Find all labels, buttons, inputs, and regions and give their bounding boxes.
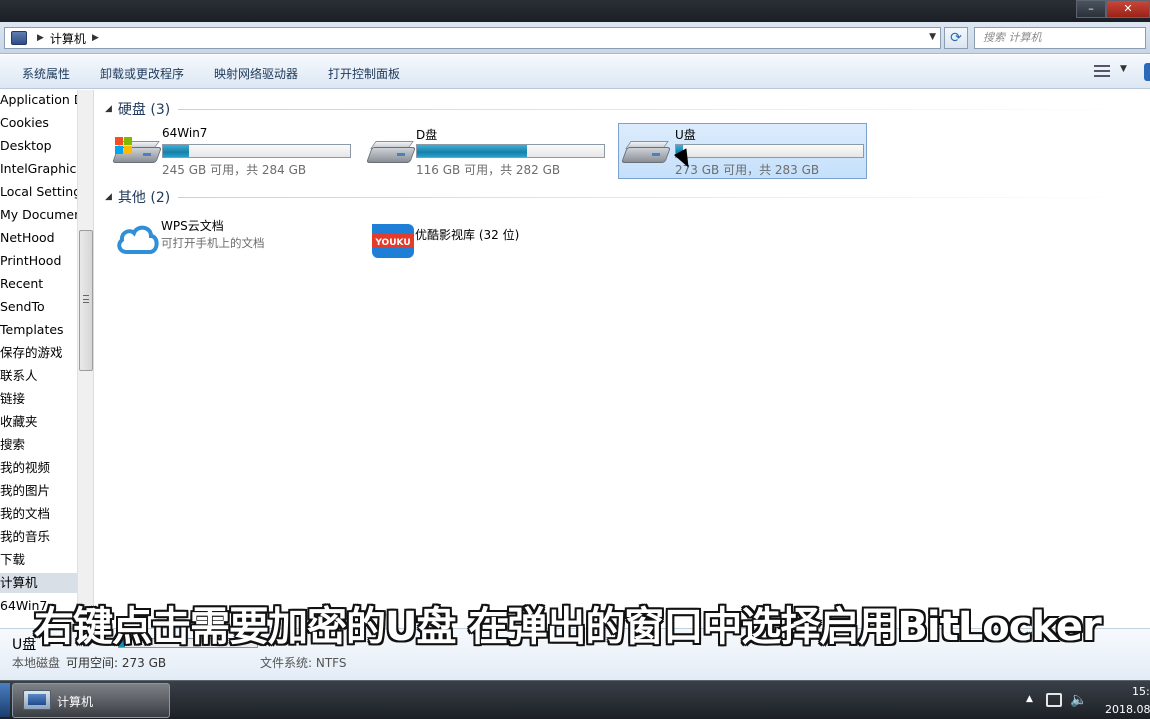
youku-icon: YOUKU xyxy=(372,224,414,258)
address-row: ▶ 计算机 ▶ ▼ ⟳ 搜索 计算机 xyxy=(0,22,1150,54)
details-drive-type: 本地磁盘 xyxy=(12,656,61,670)
window-title-bar: – ✕ xyxy=(0,0,1150,22)
group-title: 其他 (2) xyxy=(117,190,171,206)
drive-usage-bar xyxy=(162,144,351,158)
window-controls: – ✕ xyxy=(1076,0,1150,18)
item-description: 可打开手机上的文档 xyxy=(161,236,265,250)
system-tray: ▲ 🔈 15: 2018.08 xyxy=(1020,681,1150,719)
drive-usage-bar xyxy=(416,144,605,158)
computer-icon xyxy=(11,31,27,45)
nav-scrollbar[interactable] xyxy=(77,90,93,628)
taskbar-button-computer[interactable]: 计算机 xyxy=(12,683,170,718)
item-name: 优酷影视库 (32 位) xyxy=(415,228,520,242)
group-divider xyxy=(178,196,1145,198)
details-drive-name: U盘 xyxy=(12,637,37,653)
uninstall-program-button[interactable]: 卸载或更改程序 xyxy=(100,65,184,82)
help-icon[interactable] xyxy=(1144,63,1150,81)
drive-name: D盘 xyxy=(416,128,438,142)
drive-usage-fill xyxy=(163,145,190,157)
taskbar: 计算机 ▲ 🔈 15: 2018.08 xyxy=(0,680,1150,719)
collapse-arrow-icon: ◢ xyxy=(105,104,112,114)
breadcrumb-arrow-icon[interactable]: ▶ xyxy=(37,33,44,43)
network-icon[interactable] xyxy=(1046,693,1062,707)
drive-usage-fill xyxy=(417,145,528,157)
computer-icon xyxy=(23,690,51,710)
hard-drive-icon xyxy=(621,141,671,163)
drive-name: 64Win7 xyxy=(162,126,208,140)
close-icon[interactable]: ✕ xyxy=(1106,0,1150,18)
drive-usage-bar xyxy=(675,144,864,158)
windows-logo-icon xyxy=(115,137,133,155)
view-list-icon xyxy=(1094,65,1110,77)
minimize-icon[interactable]: – xyxy=(1076,0,1106,18)
group-header-hard-disks[interactable]: ◢ 硬盘 (3) xyxy=(105,99,1145,119)
open-control-panel-button[interactable]: 打开控制面板 xyxy=(328,65,400,82)
taskbar-button-label: 计算机 xyxy=(57,695,94,709)
breadcrumb-arrow-icon[interactable]: ▶ xyxy=(92,33,99,43)
address-bar[interactable]: ▶ 计算机 ▶ ▼ xyxy=(4,27,941,49)
navigation-pane: Application D Cookies Desktop IntelGraph… xyxy=(0,90,94,628)
collapse-arrow-icon: ◢ xyxy=(105,192,112,202)
drive-usage-text: 245 GB 可用，共 284 GB xyxy=(162,163,307,177)
address-dropdown-icon[interactable]: ▼ xyxy=(929,32,936,42)
youku-logo-text: YOUKU xyxy=(374,238,410,248)
drive-64win7[interactable]: 64Win7 245 GB 可用，共 284 GB xyxy=(109,123,358,179)
group-header-other[interactable]: ◢ 其他 (2) xyxy=(105,187,1145,207)
search-input[interactable]: 搜索 计算机 xyxy=(974,27,1146,49)
chevron-down-icon: ▼ xyxy=(1120,64,1127,74)
content-pane: ◢ 硬盘 (3) 64Win7 245 GB 可用，共 284 GB D盘 11… xyxy=(95,90,1150,628)
nav-scrollbar-thumb[interactable] xyxy=(79,230,93,371)
system-drive-icon xyxy=(112,137,162,163)
drive-d[interactable]: D盘 116 GB 可用，共 282 GB xyxy=(363,123,612,179)
grip-icon xyxy=(83,295,89,303)
clock-date[interactable]: 2018.08 xyxy=(1105,703,1150,716)
drive-usage-text: 116 GB 可用，共 282 GB xyxy=(416,163,561,177)
video-subtitle: 右键点击需要加密的U盘 在弹出的窗口中选择启用BitLocker xyxy=(34,604,1102,650)
drive-name: U盘 xyxy=(675,128,696,142)
change-view-button[interactable]: ▼ xyxy=(1094,64,1134,80)
details-free-space: 可用空间: 273 GB xyxy=(66,656,167,670)
drive-u-selected[interactable]: U盘 273 GB 可用，共 283 GB xyxy=(618,123,867,179)
volume-icon[interactable]: 🔈 xyxy=(1070,692,1087,708)
hard-drive-icon xyxy=(366,141,416,163)
drive-usage-text: 273 GB 可用，共 283 GB xyxy=(675,163,820,177)
breadcrumb-computer[interactable]: 计算机 xyxy=(50,30,86,47)
show-hidden-icons-icon[interactable]: ▲ xyxy=(1026,694,1033,704)
cloud-icon xyxy=(117,225,159,254)
item-name: WPS云文档 xyxy=(161,219,224,233)
start-button[interactable] xyxy=(0,683,10,717)
group-title: 硬盘 (3) xyxy=(117,102,171,118)
refresh-icon[interactable]: ⟳ xyxy=(944,27,968,49)
youku-library-item[interactable]: YOUKU 优酷影视库 (32 位) xyxy=(363,214,613,264)
command-toolbar: 系统属性 卸载或更改程序 映射网络驱动器 打开控制面板 ▼ xyxy=(0,55,1150,89)
system-properties-button[interactable]: 系统属性 xyxy=(22,65,70,82)
clock-time[interactable]: 15: xyxy=(1132,685,1150,698)
details-filesystem: 文件系统: NTFS xyxy=(260,656,347,670)
group-divider xyxy=(178,108,1145,110)
wps-cloud-item[interactable]: WPS云文档 可打开手机上的文档 xyxy=(109,214,359,264)
map-network-drive-button[interactable]: 映射网络驱动器 xyxy=(214,65,298,82)
